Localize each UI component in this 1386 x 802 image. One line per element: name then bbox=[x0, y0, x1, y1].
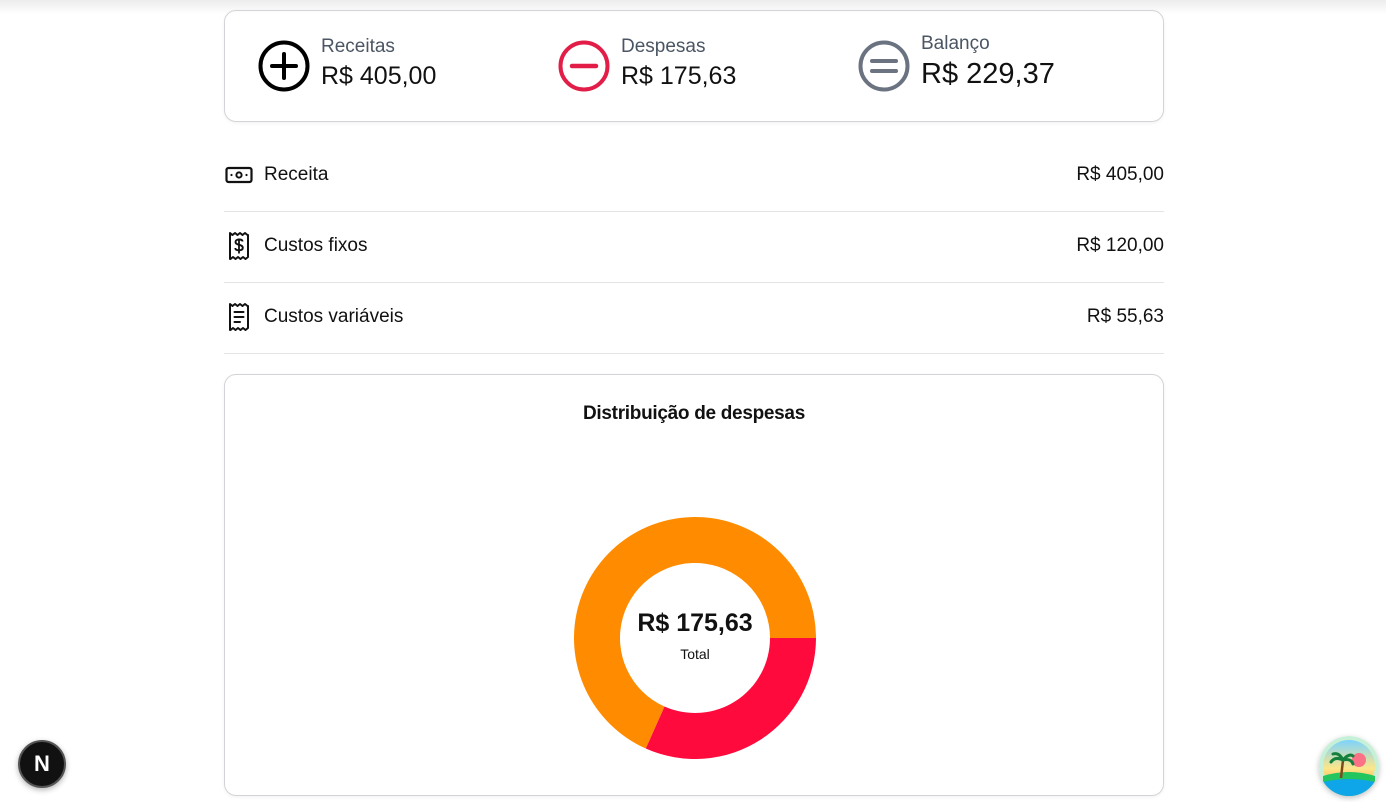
expenses-label: Despesas bbox=[621, 36, 706, 57]
beach-avatar-icon[interactable] bbox=[1319, 736, 1379, 796]
income-label: Receitas bbox=[321, 36, 395, 57]
row-label: Receita bbox=[264, 164, 329, 185]
summary-balance: Balanço R$ 229,37 bbox=[857, 33, 1055, 93]
category-list: Receita R$ 405,00 Custos fixos R$ 120,00 bbox=[224, 141, 1164, 354]
expenses-value: R$ 175,63 bbox=[621, 62, 737, 90]
donut-center: R$ 175,63 Total bbox=[574, 517, 816, 759]
main-content: Receitas R$ 405,00 Despesas R$ 175,63 Ba… bbox=[224, 10, 1164, 796]
donut-total-value: R$ 175,63 bbox=[637, 608, 753, 637]
summary-card: Receitas R$ 405,00 Despesas R$ 175,63 Ba… bbox=[224, 10, 1164, 122]
list-item[interactable]: Receita R$ 405,00 bbox=[224, 141, 1164, 212]
chart-title: Distribuição de despesas bbox=[583, 403, 805, 424]
list-item[interactable]: Custos variáveis R$ 55,63 bbox=[224, 283, 1164, 354]
plus-circle-icon bbox=[257, 39, 311, 93]
summary-expenses: Despesas R$ 175,63 bbox=[557, 36, 857, 93]
receipt-dollar-icon bbox=[224, 231, 254, 261]
next-logo-icon: N bbox=[34, 751, 50, 776]
list-item[interactable]: Custos fixos R$ 120,00 bbox=[224, 212, 1164, 283]
balance-label: Balanço bbox=[921, 33, 990, 54]
row-label: Custos fixos bbox=[264, 235, 368, 256]
expense-distribution-chart: Distribuição de despesas R$ 175,63 Total bbox=[224, 374, 1164, 796]
equals-circle-icon bbox=[857, 39, 911, 93]
donut-chart: R$ 175,63 Total bbox=[574, 517, 816, 759]
row-label: Custos variáveis bbox=[264, 306, 404, 327]
summary-income: Receitas R$ 405,00 bbox=[257, 36, 557, 93]
nextjs-dev-button[interactable]: N bbox=[18, 740, 66, 788]
donut-total-caption: Total bbox=[680, 645, 710, 662]
banknote-icon bbox=[224, 160, 254, 190]
income-value: R$ 405,00 bbox=[321, 62, 437, 90]
minus-circle-icon bbox=[557, 39, 611, 93]
row-value: R$ 405,00 bbox=[1076, 164, 1164, 185]
balance-value: R$ 229,37 bbox=[921, 58, 1055, 90]
receipt-text-icon bbox=[224, 302, 254, 332]
row-value: R$ 120,00 bbox=[1076, 235, 1164, 256]
row-value: R$ 55,63 bbox=[1086, 306, 1164, 327]
